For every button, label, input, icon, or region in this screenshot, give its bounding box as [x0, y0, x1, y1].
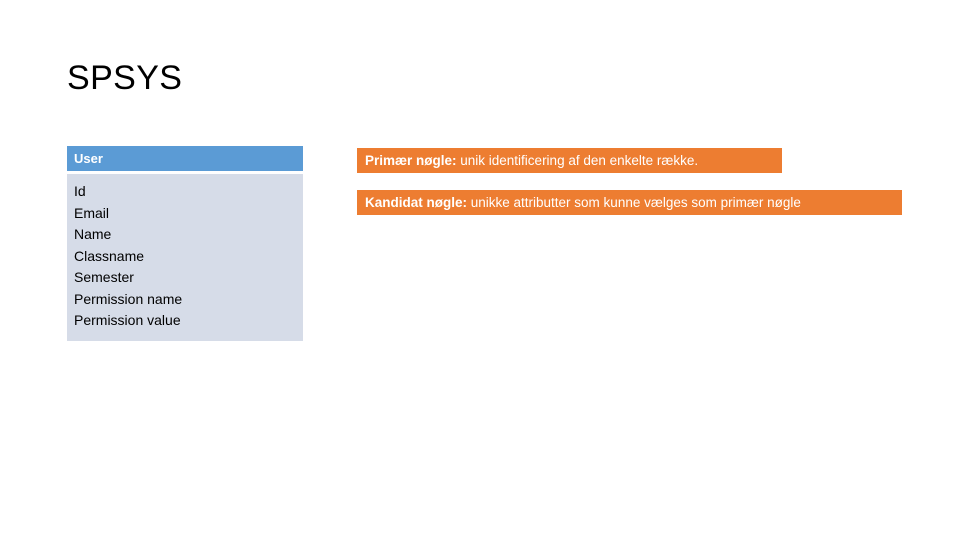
list-item: Permission value [74, 312, 181, 328]
list-item: Id [74, 183, 86, 199]
list-item: Email [74, 204, 110, 221]
page-title: SPSYS [67, 59, 183, 97]
callout-candidate-key-lead: Kandidat nøgle: [365, 195, 467, 210]
list-item: Name [74, 226, 112, 242]
callout-primary-key-text: unik identificering af den enkelte række… [456, 153, 699, 168]
slide-canvas: SPSYS User Id Email Name Classname Semes… [0, 0, 960, 540]
list-item: Permission name [74, 290, 183, 307]
callout-candidate-key: Kandidat nøgle: unikke attributter som k… [357, 190, 902, 215]
callout-candidate-key-text: unikke attributter som kunne vælges som … [467, 195, 801, 210]
entity-table-user: User Id Email Name Classname Semester Pe… [67, 146, 303, 341]
callout-primary-key: Primær nøgle: unik identificering af den… [357, 148, 782, 173]
entity-field-list: Id Email Name Classname Semester Permiss… [67, 174, 303, 341]
list-item: Semester [74, 269, 134, 285]
list-item: Classname [74, 247, 145, 264]
entity-header-title: User [67, 146, 303, 171]
callout-primary-key-lead: Primær nøgle: [365, 153, 457, 168]
